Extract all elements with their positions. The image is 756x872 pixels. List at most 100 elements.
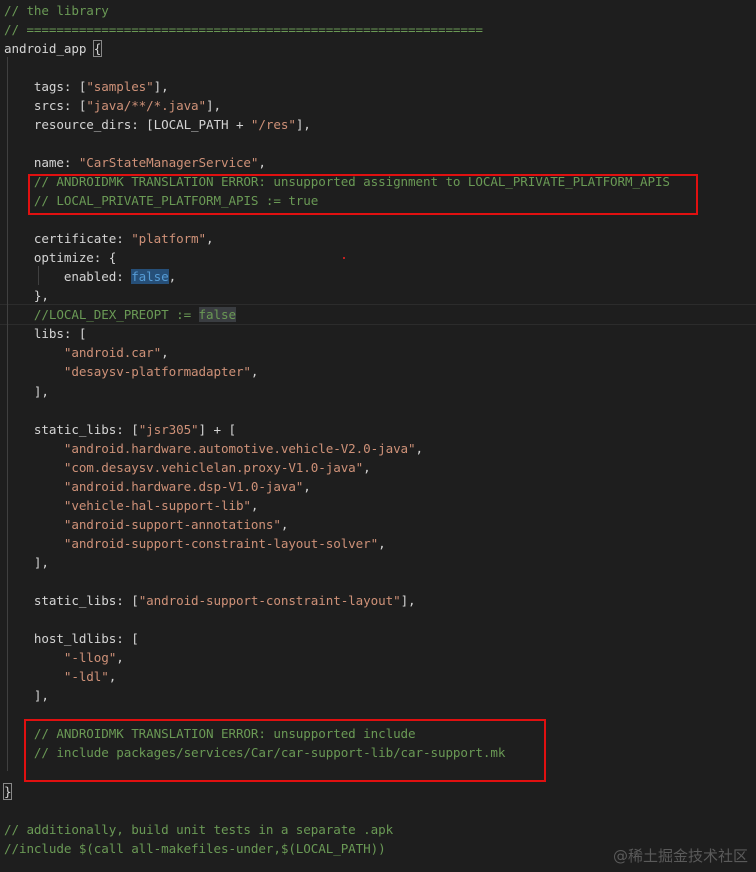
token-punct: ] + [	[198, 421, 237, 437]
token-string: "desaysv-platformadapter"	[4, 364, 251, 380]
code-line: // =====================================…	[4, 20, 483, 39]
code-line: host_ldlibs: [	[4, 629, 139, 648]
token-string: "java/**/*.java"	[86, 97, 207, 113]
token-punct: :	[63, 154, 79, 170]
token-punct: : [	[116, 421, 139, 437]
code-line: certificate: "platform",	[4, 229, 214, 248]
token-punct: : [	[116, 631, 139, 647]
code-line: static_libs: ["android-support-constrain…	[4, 591, 416, 610]
token-punct: ,	[378, 535, 386, 551]
code-line: ],	[4, 553, 49, 572]
token-string: "-llog"	[4, 650, 117, 666]
token-punct: ],	[153, 78, 169, 94]
token-string: "android.hardware.dsp-V1.0-java"	[4, 478, 304, 494]
token-key: certificate	[4, 231, 117, 247]
code-line: "android.hardware.automotive.vehicle-V2.…	[4, 439, 423, 458]
token-string: "android-support-constraint-layout-solve…	[4, 535, 379, 551]
token-key: name	[4, 154, 64, 170]
token-punct: ,	[303, 478, 311, 494]
token-punct: : [	[63, 97, 87, 113]
code-line: "android-support-constraint-layout-solve…	[4, 534, 386, 553]
token-bracket: }	[2, 782, 13, 800]
token-punct: ,	[161, 345, 169, 361]
code-line: "com.desaysv.vehiclelan.proxy-V1.0-java"…	[4, 458, 371, 477]
code-line: resource_dirs: [LOCAL_PATH + "/res"],	[4, 115, 311, 134]
code-line: "-ldl",	[4, 667, 116, 686]
token-string: "samples"	[86, 78, 154, 94]
token-string: "/res"	[250, 116, 296, 132]
highlight-box-include	[24, 719, 546, 782]
token-string: "android.car"	[4, 345, 162, 361]
code-line: tags: ["samples"],	[4, 77, 169, 96]
token-key: libs	[4, 326, 64, 342]
code-line: "-llog",	[4, 648, 124, 667]
watermark: @稀土掘金技术社区	[612, 847, 748, 865]
token-punct: ,	[250, 497, 259, 513]
highlight-box-private-apis	[28, 174, 698, 215]
token-punct: ,	[415, 440, 424, 456]
code-line: "android.car",	[4, 343, 169, 362]
token-key: srcs	[4, 97, 64, 113]
token-punct: :	[116, 231, 132, 247]
token-punct: ,	[280, 516, 289, 532]
token-punct: ,	[108, 669, 117, 685]
token-punct: ],	[400, 593, 416, 609]
token-string: "com.desaysv.vehiclelan.proxy-V1.0-java"	[4, 459, 364, 475]
token-punct: :	[116, 269, 132, 285]
token-punct: ,	[363, 459, 371, 475]
token-punct: },	[4, 288, 49, 304]
code-line: static_libs: ["jsr305"] + [	[4, 420, 236, 439]
code-line: ],	[4, 686, 49, 705]
code-line: libs: [	[4, 324, 86, 343]
stray-mark	[343, 257, 345, 259]
token-punct: ,	[258, 154, 266, 170]
code-line: srcs: ["java/**/*.java"],	[4, 96, 221, 115]
token-comment: // additionally, build unit tests in a s…	[4, 821, 394, 837]
token-punct: : [	[63, 78, 87, 94]
token-punct: ,	[168, 269, 177, 285]
token-key: optimize	[4, 250, 94, 266]
code-line: //include $(call all-makefiles-under,$(L…	[4, 839, 386, 858]
token-key: host_ldlibs	[4, 631, 117, 647]
token-key: enabled	[4, 269, 117, 285]
token-key: tags	[4, 78, 64, 94]
token-punct: : [LOCAL_PATH +	[131, 116, 251, 132]
token-comment: // =====================================…	[4, 21, 483, 37]
code-line: "android-support-annotations",	[4, 515, 289, 534]
code-line: name: "CarStateManagerService",	[4, 153, 266, 172]
code-line: enabled: false,	[4, 267, 176, 286]
token-comment: //LOCAL_DEX_PREOPT :=	[4, 307, 199, 323]
token-string: "jsr305"	[138, 421, 199, 437]
token-string: "android-support-constraint-layout"	[138, 593, 401, 609]
token-punct: ],	[4, 554, 49, 570]
code-line: "android.hardware.dsp-V1.0-java",	[4, 477, 311, 496]
token-string: "CarStateManagerService"	[78, 154, 259, 170]
token-bool: false	[131, 269, 169, 285]
token-key: static_libs	[4, 593, 117, 609]
code-line: // the library	[4, 1, 109, 20]
token-string: "android-support-annotations"	[4, 516, 281, 532]
code-line: },	[4, 286, 49, 305]
token-key: resource_dirs	[4, 116, 132, 132]
token-string: "android.hardware.automotive.vehicle-V2.…	[4, 440, 416, 456]
token-key: android_app	[4, 40, 94, 56]
token-string: "platform"	[131, 231, 207, 247]
token-punct: ],	[206, 97, 221, 113]
token-punct: ],	[295, 116, 311, 132]
token-punct: ],	[4, 688, 49, 704]
token-punct: ,	[250, 364, 259, 380]
code-line: }	[2, 782, 13, 801]
code-line: //LOCAL_DEX_PREOPT := false	[4, 305, 236, 324]
token-string: "-ldl"	[4, 669, 109, 685]
token-punct: : {	[93, 250, 117, 266]
code-line: ],	[4, 382, 49, 401]
code-line: "desaysv-platformadapter",	[4, 362, 259, 381]
code-editor[interactable]: // the library // =======================…	[0, 0, 756, 872]
token-punct: ],	[4, 383, 49, 399]
token-punct: : [	[116, 593, 139, 609]
token-punct: : [	[63, 326, 87, 342]
token-punct: ,	[206, 231, 214, 247]
token-comment: //include $(call all-makefiles-under,$(L…	[4, 840, 386, 856]
code-line: "vehicle-hal-support-lib",	[4, 496, 259, 515]
token-key: static_libs	[4, 421, 117, 437]
